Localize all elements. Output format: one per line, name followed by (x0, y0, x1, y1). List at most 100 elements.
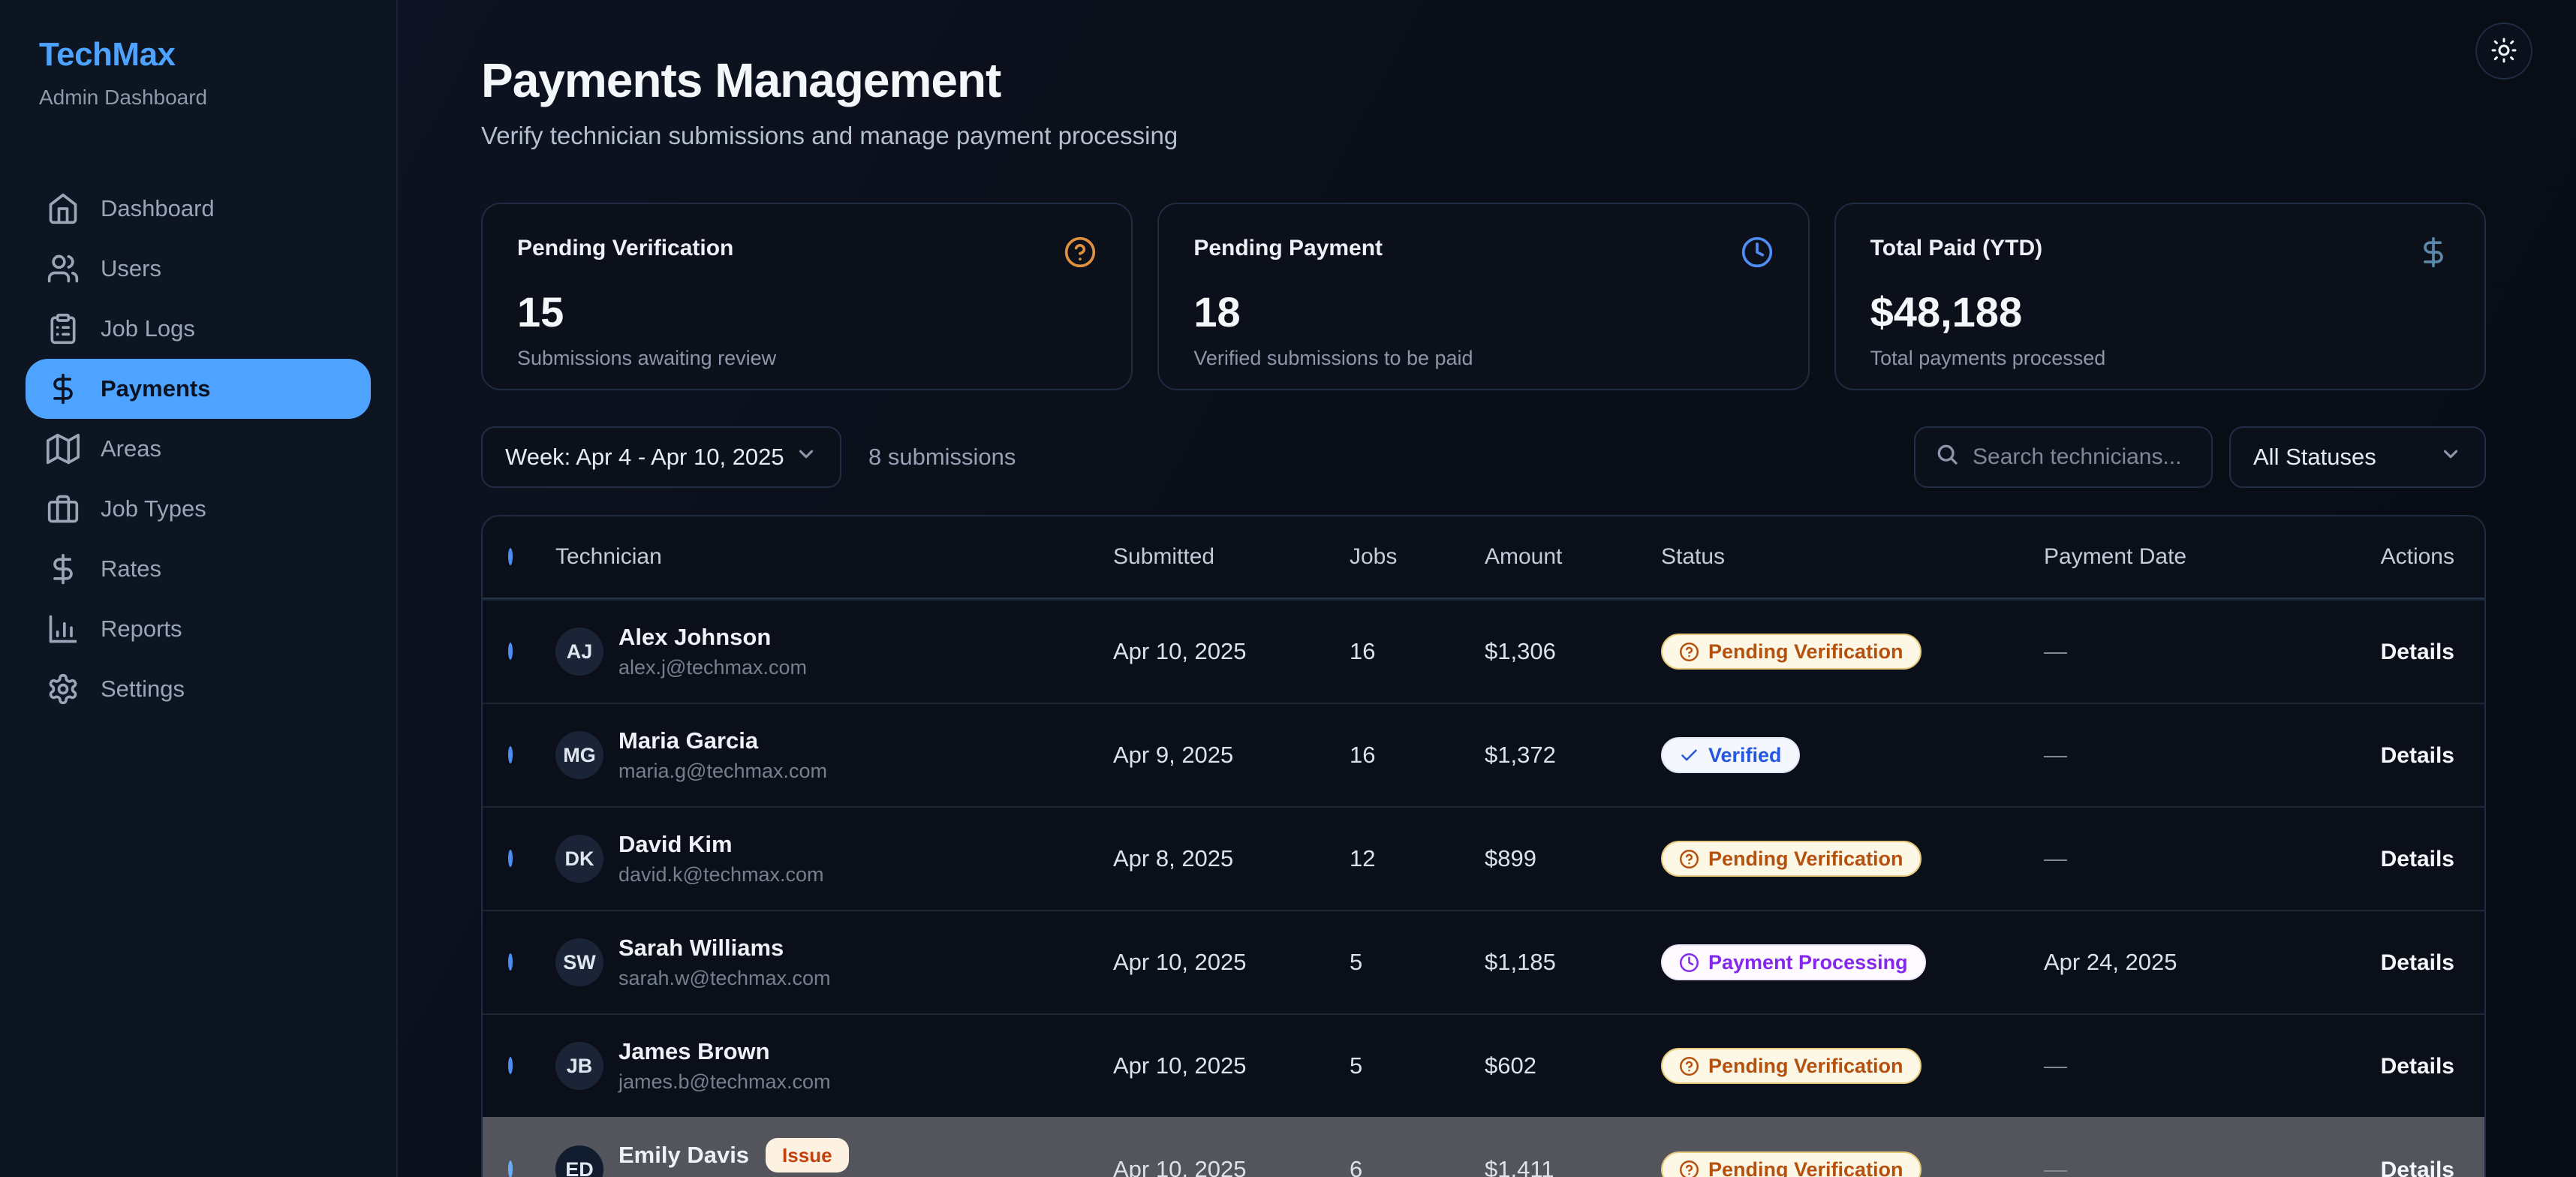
sidebar-item-label: Settings (101, 676, 185, 703)
payment-date: Apr 24, 2025 (2044, 949, 2342, 976)
brand-name: TechMax (39, 36, 357, 74)
stat-card-description: Total payments processed (1870, 347, 2450, 370)
clock-icon (1679, 953, 1699, 973)
logo-block: TechMax Admin Dashboard (0, 36, 396, 110)
details-button[interactable]: Details (2381, 640, 2454, 665)
clock-icon (1741, 236, 1774, 272)
table-row: DK David Kim david.k@techmax.com Apr 8, … (483, 806, 2484, 910)
app-window: TechMax Admin Dashboard Dashboard Users … (0, 0, 2576, 1177)
help-circle-icon (1064, 236, 1097, 272)
home-icon (47, 192, 80, 225)
avatar: DK (555, 835, 603, 883)
payment-date: — (2044, 638, 2342, 665)
bar-chart-icon (47, 613, 80, 646)
week-select[interactable]: Week: Apr 4 - Apr 10, 2025 (481, 426, 841, 488)
issue-badge: Issue (766, 1138, 849, 1172)
sidebar-item-areas[interactable]: Areas (26, 419, 371, 479)
sidebar-item-label: Users (101, 255, 161, 282)
briefcase-icon (47, 492, 80, 525)
details-button[interactable]: Details (2381, 1157, 2454, 1177)
sidebar-item-label: Job Logs (101, 315, 195, 342)
stat-card-value: 18 (1193, 287, 1773, 336)
avatar: ED (555, 1145, 603, 1177)
sidebar-item-rates[interactable]: Rates (26, 539, 371, 599)
stat-card-title: Pending Verification (517, 236, 733, 261)
details-button[interactable]: Details (2381, 950, 2454, 976)
theme-toggle-button[interactable] (2475, 23, 2532, 80)
sidebar-item-users[interactable]: Users (26, 239, 371, 299)
technician-name: Emily Davis (618, 1142, 749, 1169)
technician-email: maria.g@techmax.com (618, 760, 827, 783)
row-checkbox[interactable] (508, 953, 513, 971)
row-checkbox[interactable] (508, 850, 513, 867)
column-header-actions: Actions (2342, 544, 2454, 570)
table-header: Technician Submitted Jobs Amount Status … (483, 516, 2484, 599)
column-header-technician: Technician (555, 544, 1113, 570)
sidebar-item-job-types[interactable]: Job Types (26, 479, 371, 539)
stat-card-total-paid: Total Paid (YTD) $48,188 Total payments … (1834, 203, 2486, 390)
filter-bar: Week: Apr 4 - Apr 10, 2025 8 submissions… (481, 426, 2486, 488)
row-checkbox[interactable] (508, 746, 513, 763)
help-circle-icon (1679, 1160, 1699, 1177)
jobs-count: 16 (1350, 742, 1485, 769)
technician-name: Alex Johnson (618, 624, 807, 651)
table-row: ED Emily Davis Issue emily.d@techmax.com… (483, 1117, 2484, 1177)
technician-name: David Kim (618, 831, 824, 858)
map-icon (47, 432, 80, 465)
sidebar-item-settings[interactable]: Settings (26, 659, 371, 719)
payment-date: — (2044, 1052, 2342, 1079)
technician-name: Maria Garcia (618, 727, 827, 754)
row-checkbox[interactable] (508, 643, 513, 660)
avatar: JB (555, 1042, 603, 1090)
payment-date: — (2044, 742, 2342, 769)
stat-card-value: $48,188 (1870, 287, 2450, 336)
brand-subtitle: Admin Dashboard (39, 86, 357, 110)
sidebar: TechMax Admin Dashboard Dashboard Users … (0, 0, 398, 1177)
chevron-down-icon (2439, 443, 2462, 471)
technician-email: james.b@techmax.com (618, 1070, 831, 1094)
row-checkbox[interactable] (508, 1057, 513, 1074)
help-circle-icon (1679, 849, 1699, 869)
payment-date: — (2044, 1156, 2342, 1177)
status-filter-value: All Statuses (2253, 444, 2376, 471)
technician-email: alex.j@techmax.com (618, 656, 807, 679)
amount: $1,411 (1485, 1156, 1661, 1177)
details-button[interactable]: Details (2381, 1054, 2454, 1079)
stat-card-pending-payment: Pending Payment 18 Verified submissions … (1157, 203, 1809, 390)
stat-card-description: Verified submissions to be paid (1193, 347, 1773, 370)
search-icon (1935, 442, 1959, 472)
column-header-submitted: Submitted (1113, 544, 1350, 570)
select-all-checkbox[interactable] (508, 548, 513, 565)
details-button[interactable]: Details (2381, 847, 2454, 872)
status-filter-select[interactable]: All Statuses (2229, 426, 2486, 488)
chevron-down-icon (795, 443, 817, 471)
row-checkbox[interactable] (508, 1160, 513, 1177)
search-box[interactable] (1914, 426, 2213, 488)
column-header-payment-date: Payment Date (2044, 544, 2342, 570)
sidebar-item-payments[interactable]: Payments (26, 359, 371, 419)
sidebar-item-label: Job Types (101, 495, 206, 522)
sidebar-item-dashboard[interactable]: Dashboard (26, 179, 371, 239)
page-title: Payments Management (481, 53, 2486, 108)
jobs-count: 6 (1350, 1156, 1485, 1177)
sidebar-item-job-logs[interactable]: Job Logs (26, 299, 371, 359)
amount: $602 (1485, 1052, 1661, 1079)
sidebar-item-reports[interactable]: Reports (26, 599, 371, 659)
column-header-amount: Amount (1485, 544, 1661, 570)
submissions-count: 8 submissions (868, 444, 1016, 471)
help-circle-icon (1679, 642, 1699, 662)
gear-icon (47, 673, 80, 706)
avatar: SW (555, 938, 603, 986)
technician-name: James Brown (618, 1038, 831, 1065)
avatar: AJ (555, 628, 603, 676)
help-circle-icon (1679, 1056, 1699, 1076)
dollar-icon (47, 372, 80, 405)
stat-card-title: Pending Payment (1193, 236, 1383, 261)
search-input[interactable] (1973, 444, 2192, 470)
amount: $899 (1485, 845, 1661, 872)
details-button[interactable]: Details (2381, 743, 2454, 769)
amount: $1,185 (1485, 949, 1661, 976)
table-row: SW Sarah Williams sarah.w@techmax.com Ap… (483, 910, 2484, 1013)
submitted-date: Apr 10, 2025 (1113, 1156, 1350, 1177)
status-badge: Pending Verification (1661, 1151, 1921, 1177)
